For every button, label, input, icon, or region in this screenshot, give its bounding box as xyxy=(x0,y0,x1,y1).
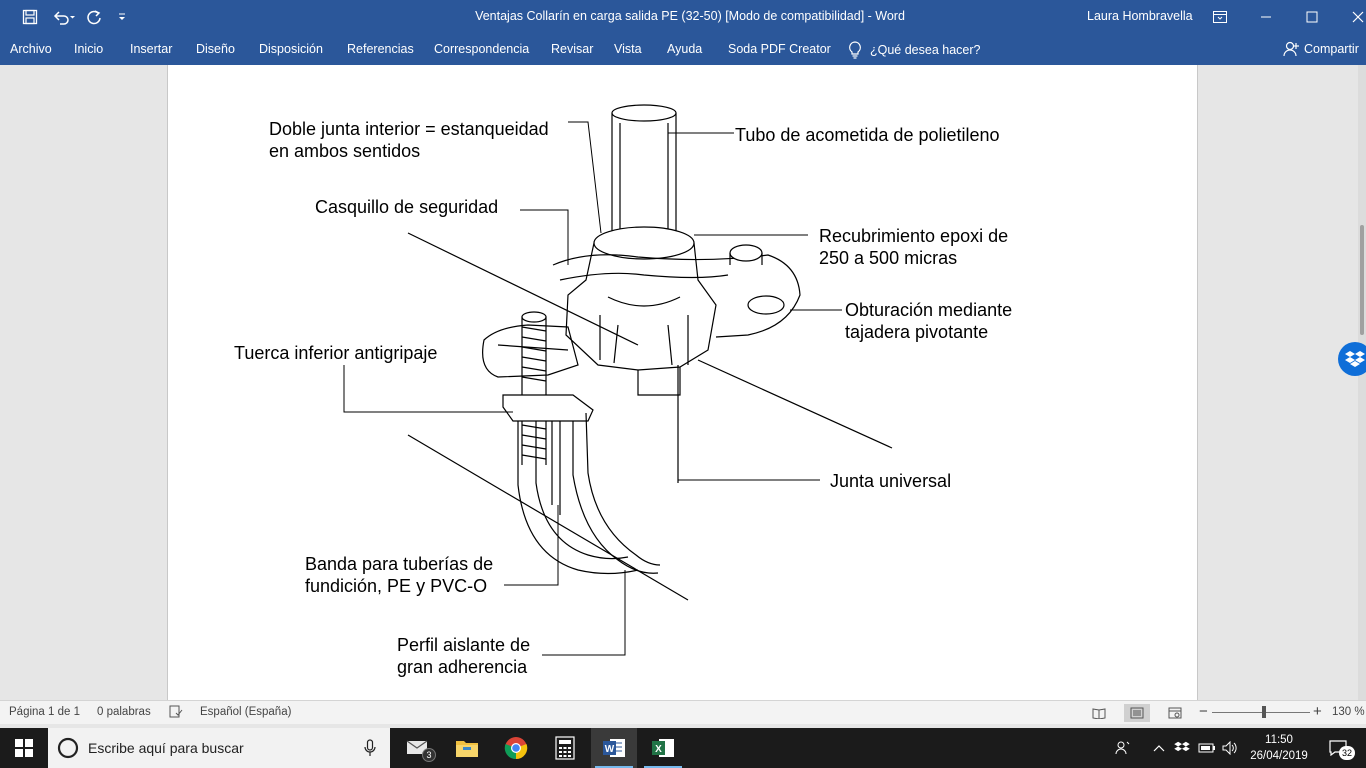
maximize-icon[interactable] xyxy=(1297,4,1327,30)
tab-ayuda[interactable]: Ayuda xyxy=(667,42,702,56)
dropbox-tray-icon[interactable] xyxy=(1172,738,1192,758)
tab-disposicion[interactable]: Disposición xyxy=(259,42,323,56)
status-bar: Página 1 de 1 0 palabras Español (España… xyxy=(0,700,1366,724)
word-count[interactable]: 0 palabras xyxy=(97,706,151,718)
windows-logo-icon xyxy=(15,739,33,757)
svg-text:W: W xyxy=(605,744,615,755)
system-clock[interactable]: 11:50 26/04/2019 xyxy=(1244,732,1314,764)
action-center-icon[interactable]: 32 xyxy=(1324,738,1355,760)
tell-me-box[interactable]: ¿Qué desea hacer? xyxy=(848,41,981,59)
notification-badge: 32 xyxy=(1339,746,1355,760)
show-hidden-icons-icon[interactable] xyxy=(1149,738,1169,758)
label-perfil-1: Perfil aislante de xyxy=(397,635,531,655)
zoom-slider[interactable] xyxy=(1212,712,1310,713)
taskbar: Escribe aquí para buscar 3 W X 11:50 26/… xyxy=(0,728,1366,768)
taskbar-chrome[interactable] xyxy=(493,728,539,768)
start-button[interactable] xyxy=(1,728,47,768)
tab-correspondencia[interactable]: Correspondencia xyxy=(434,42,529,56)
chrome-icon xyxy=(504,737,528,760)
search-placeholder: Escribe aquí para buscar xyxy=(88,740,244,756)
customize-qat-icon[interactable] xyxy=(114,6,130,28)
label-doble-junta-2: en ambos sentidos xyxy=(269,141,421,161)
share-label: Compartir xyxy=(1304,42,1359,56)
microphone-icon[interactable] xyxy=(364,739,376,757)
minimize-icon[interactable] xyxy=(1251,4,1281,30)
dropbox-badge[interactable] xyxy=(1338,342,1366,376)
tab-inicio[interactable]: Inicio xyxy=(74,42,103,56)
label-doble-junta-1: Doble junta interior = estanqueidad xyxy=(269,119,549,139)
document-title: Ventajas Collarín en carga salida PE (32… xyxy=(475,9,905,23)
person-icon xyxy=(1283,41,1299,57)
label-tubo: Tubo de acometida de polietileno xyxy=(735,125,1000,145)
calculator-icon xyxy=(555,736,575,760)
ribbon-display-options-icon[interactable] xyxy=(1205,4,1235,30)
tab-archivo[interactable]: Archivo xyxy=(10,42,52,56)
label-obturacion-1: Obturación mediante xyxy=(845,300,1013,320)
redo-icon[interactable] xyxy=(84,6,104,28)
taskbar-file-explorer[interactable] xyxy=(444,728,490,768)
label-banda-1: Banda para tuberías de xyxy=(305,554,494,574)
word-icon: W xyxy=(603,739,625,757)
folder-icon xyxy=(456,741,478,757)
clock-date: 26/04/2019 xyxy=(1250,750,1308,762)
label-junta-universal: Junta universal xyxy=(830,471,952,491)
tab-soda-pdf-creator[interactable]: Soda PDF Creator xyxy=(728,42,831,56)
read-mode-icon[interactable] xyxy=(1086,704,1112,722)
user-name[interactable]: Laura Hombravella xyxy=(1087,9,1193,23)
svg-text:X: X xyxy=(655,744,662,755)
clock-time: 11:50 xyxy=(1265,734,1293,746)
taskbar-calculator[interactable] xyxy=(542,728,588,768)
undo-icon[interactable] xyxy=(50,6,78,28)
label-obturacion-2: tajadera pivotante xyxy=(845,322,989,342)
print-layout-icon[interactable] xyxy=(1124,704,1150,722)
people-icon[interactable] xyxy=(1113,738,1133,758)
document-page[interactable]: Doble junta interior = estanqueidad en a… xyxy=(167,65,1198,700)
zoom-level[interactable]: 130 % xyxy=(1332,706,1365,718)
ribbon-tabs: Archivo Inicio Insertar Diseño Disposici… xyxy=(0,34,1366,65)
taskbar-mail[interactable]: 3 xyxy=(396,728,442,768)
tab-revisar[interactable]: Revisar xyxy=(551,42,593,56)
volume-icon[interactable] xyxy=(1220,738,1240,758)
page-count[interactable]: Página 1 de 1 xyxy=(9,706,80,718)
title-bar: Ventajas Collarín en carga salida PE (32… xyxy=(0,0,1366,34)
lightbulb-icon xyxy=(849,41,861,59)
close-icon[interactable] xyxy=(1343,4,1366,30)
taskbar-word[interactable]: W xyxy=(591,728,637,768)
document-area: Doble junta interior = estanqueidad en a… xyxy=(0,65,1366,700)
label-banda-2: fundición, PE y PVC-O xyxy=(305,576,488,596)
dropbox-icon xyxy=(1345,351,1365,367)
battery-icon[interactable] xyxy=(1197,738,1217,758)
zoom-out-button[interactable]: − xyxy=(1199,703,1208,720)
tell-me-text: ¿Qué desea hacer? xyxy=(870,43,981,57)
tab-referencias[interactable]: Referencias xyxy=(347,42,414,56)
zoom-in-button[interactable]: + xyxy=(1313,703,1322,720)
cortana-icon xyxy=(57,737,79,759)
proofing-icon[interactable] xyxy=(169,705,183,721)
tab-insertar[interactable]: Insertar xyxy=(130,42,172,56)
taskbar-excel[interactable]: X xyxy=(640,728,686,768)
label-casquillo: Casquillo de seguridad xyxy=(315,197,499,217)
label-recubrimiento-1: Recubrimiento epoxi de xyxy=(819,226,1009,246)
tab-diseno[interactable]: Diseño xyxy=(196,42,235,56)
vertical-scrollbar[interactable] xyxy=(1358,65,1366,700)
scrollbar-thumb[interactable] xyxy=(1360,225,1364,335)
save-icon[interactable] xyxy=(18,6,42,28)
label-recubrimiento-2: 250 a 500 micras xyxy=(819,248,958,268)
language-indicator[interactable]: Español (España) xyxy=(200,706,291,718)
zoom-slider-thumb[interactable] xyxy=(1262,706,1266,718)
label-tuerca: Tuerca inferior antigripaje xyxy=(234,343,438,363)
excel-icon: X xyxy=(652,739,674,757)
taskbar-search-box[interactable]: Escribe aquí para buscar xyxy=(48,728,390,768)
label-perfil-2: gran adherencia xyxy=(397,657,528,677)
mail-badge: 3 xyxy=(422,748,436,762)
share-button[interactable]: Compartir xyxy=(1283,41,1359,57)
web-layout-icon[interactable] xyxy=(1162,704,1188,722)
tab-vista[interactable]: Vista xyxy=(614,42,642,56)
